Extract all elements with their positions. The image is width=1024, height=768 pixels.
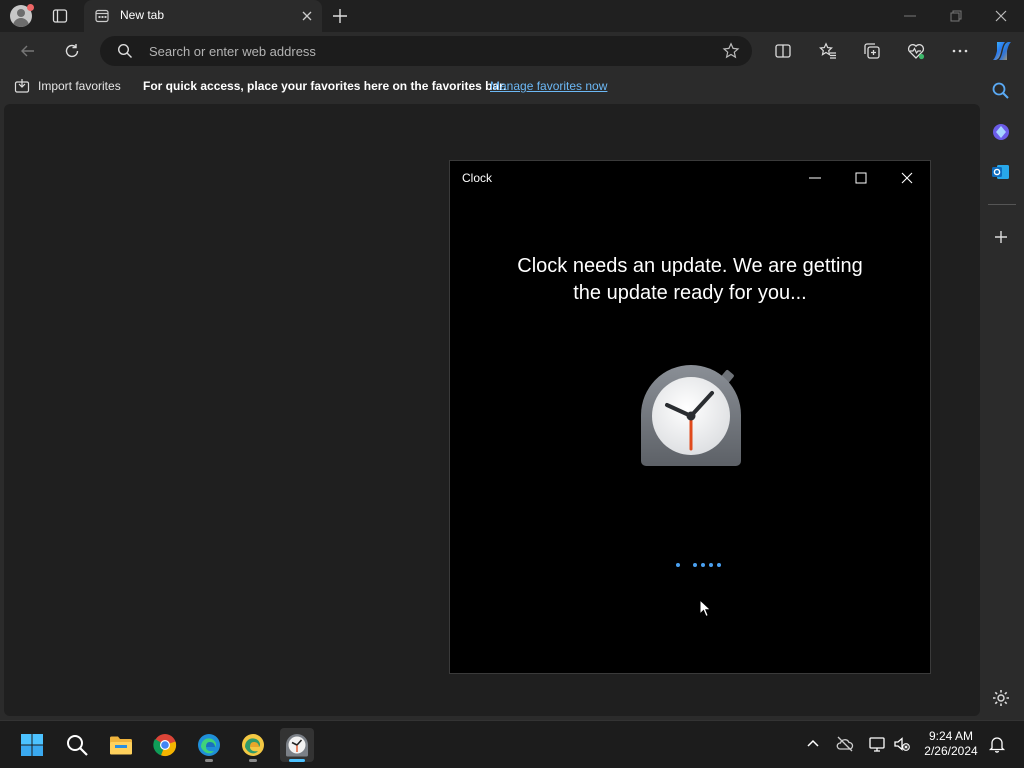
new-tab-plus-icon[interactable] (332, 8, 348, 24)
sidebar-outlook-icon[interactable] (991, 162, 1011, 182)
chrome-icon (153, 734, 177, 757)
sidebar-copilot-designer-icon[interactable] (991, 122, 1011, 142)
edge-sidebar (980, 70, 1024, 718)
update-message-line1: Clock needs an update. We are getting (517, 255, 863, 277)
browser-essentials-icon[interactable] (907, 42, 925, 60)
collections-icon[interactable] (863, 42, 881, 60)
loading-dot (676, 563, 680, 567)
windows-taskbar: 9:24 AM 2/26/2024 (0, 720, 1024, 768)
taskbar-edge-canary[interactable] (236, 728, 270, 762)
window-title: Clock (462, 171, 493, 185)
edge-icon (198, 734, 220, 756)
active-app-indicator (289, 759, 305, 762)
update-message-line2: the update ready for you... (573, 282, 807, 304)
tab-new-tab[interactable]: New tab (84, 0, 322, 32)
taskbar-clock[interactable] (280, 728, 314, 762)
taskbar-edge[interactable] (192, 728, 226, 762)
refresh-icon[interactable] (63, 42, 81, 60)
favorites-icon[interactable] (819, 42, 837, 60)
clock-minimize-icon[interactable] (808, 171, 822, 185)
running-indicator (249, 759, 257, 762)
taskbar-chrome[interactable] (148, 728, 182, 762)
volume-muted-icon[interactable] (893, 735, 911, 753)
address-bar-placeholder: Search or enter web address (149, 44, 316, 59)
favorites-bar-tip: For quick access, place your favorites h… (143, 79, 507, 93)
onedrive-offline-icon[interactable] (836, 735, 854, 753)
minimize-icon[interactable] (902, 8, 918, 24)
favorites-bar: Import favorites For quick access, place… (0, 70, 1024, 102)
file-explorer-icon (110, 736, 132, 755)
close-window-icon[interactable] (993, 8, 1009, 24)
clock-close-icon[interactable] (900, 171, 914, 185)
sidebar-add-icon[interactable] (991, 227, 1011, 247)
notification-bell-icon[interactable] (988, 735, 1006, 753)
tab-title: New tab (120, 8, 165, 22)
manage-favorites-link[interactable]: Manage favorites now (490, 79, 607, 93)
start-button[interactable] (15, 728, 49, 762)
start-icon (21, 734, 43, 756)
address-bar[interactable]: Search or enter web address (100, 36, 752, 66)
clock-date: 2/26/2024 (924, 744, 978, 758)
close-tab-icon[interactable] (300, 9, 314, 23)
update-message: Clock needs an update. We are getting th… (490, 253, 890, 307)
restore-icon[interactable] (948, 8, 964, 24)
sidebar-settings-gear-icon[interactable] (991, 688, 1011, 708)
system-clock[interactable]: 9:24 AM 2/26/2024 (918, 729, 984, 759)
copilot-icon[interactable] (990, 39, 1014, 63)
loading-dot (701, 563, 705, 567)
loading-dot (717, 563, 721, 567)
more-options-icon[interactable] (951, 42, 969, 60)
clock-app-logo-icon (641, 365, 741, 466)
sidebar-divider (988, 204, 1016, 205)
browser-tab-strip: New tab (0, 0, 1024, 32)
profile-notification-badge (27, 4, 34, 11)
clock-app-icon (286, 734, 308, 757)
browser-toolbar: Search or enter web address (0, 32, 1024, 70)
search-icon (67, 735, 88, 756)
import-favorites-icon[interactable] (14, 78, 30, 94)
loading-dot (693, 563, 697, 567)
favorite-star-icon[interactable] (722, 42, 740, 60)
sidebar-search-icon[interactable] (991, 81, 1011, 101)
new-tab-page-icon (95, 9, 109, 23)
network-icon[interactable] (868, 735, 886, 753)
edge-canary-icon (242, 734, 264, 756)
import-favorites-button[interactable]: Import favorites (38, 79, 121, 93)
mouse-pointer-icon (699, 599, 712, 618)
clock-maximize-icon[interactable] (854, 171, 868, 185)
tab-actions-icon[interactable] (52, 8, 68, 24)
clock-time: 9:24 AM (928, 729, 974, 743)
clock-app-window: Clock Clock needs an update. We are gett… (449, 160, 931, 674)
split-screen-icon[interactable] (774, 42, 792, 60)
taskbar-file-explorer[interactable] (104, 728, 138, 762)
search-icon (117, 43, 132, 58)
taskbar-search-button[interactable] (60, 728, 94, 762)
running-indicator (205, 759, 213, 762)
show-hidden-icons-chevron-icon[interactable] (804, 735, 822, 753)
loading-indicator (676, 563, 726, 569)
loading-dot (709, 563, 713, 567)
back-arrow-icon[interactable] (19, 42, 37, 60)
